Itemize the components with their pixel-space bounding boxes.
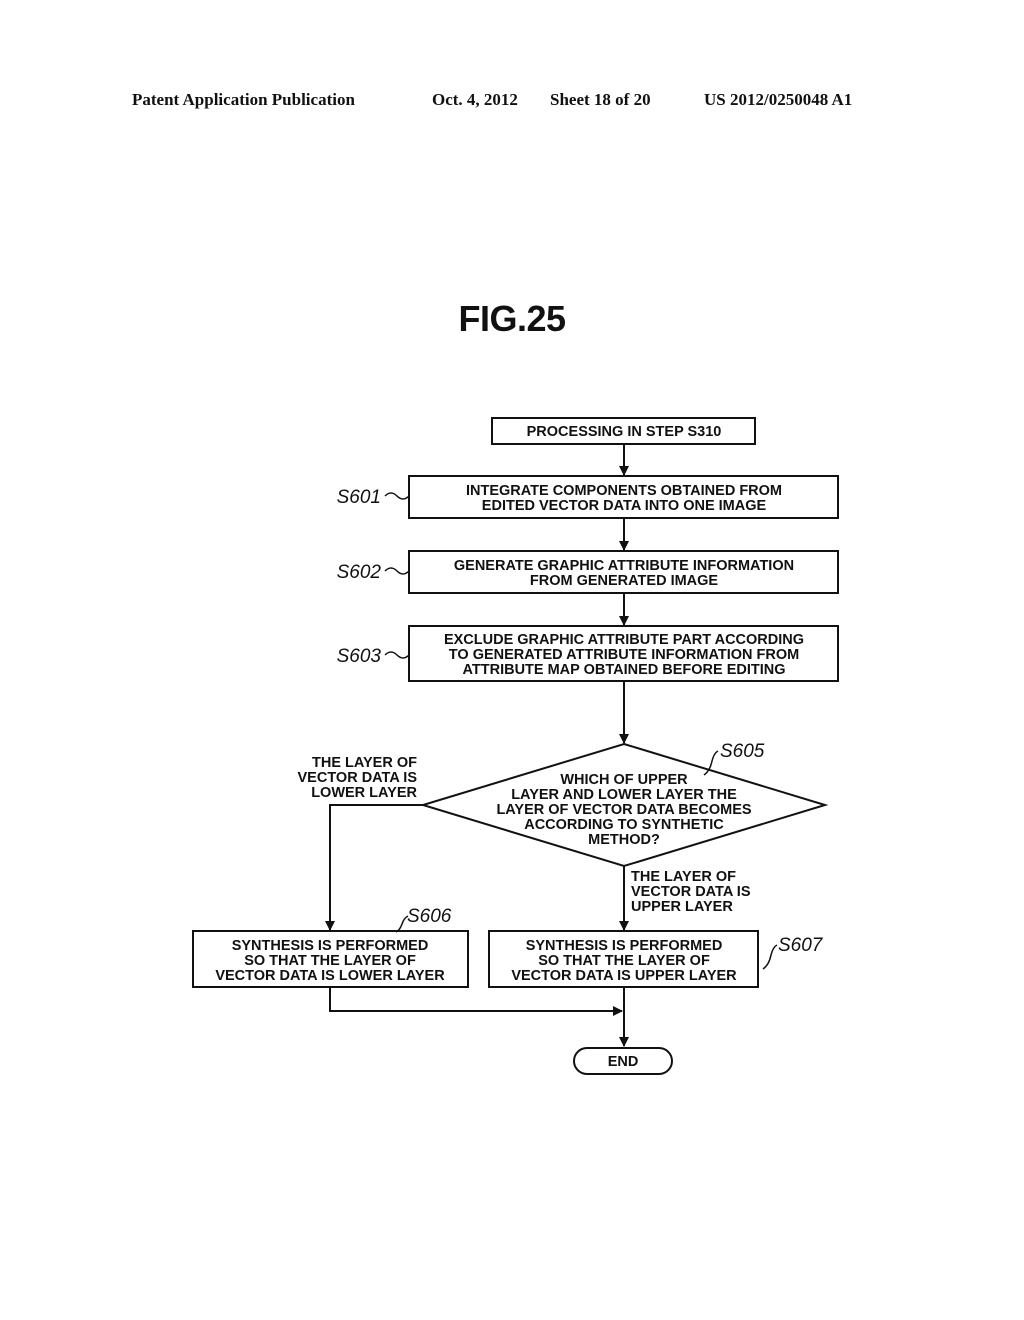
step-text-s601-line1: INTEGRATE COMPONENTS OBTAINED FROM xyxy=(466,483,782,499)
step-text-s606-line2: SO THAT THE LAYER OF xyxy=(244,953,416,969)
decision-text-line5: METHOD? xyxy=(588,832,660,848)
step-text-s607-line3: VECTOR DATA IS UPPER LAYER xyxy=(511,968,737,984)
flowchart: PROCESSING IN STEP S310 INTEGRATE COMPON… xyxy=(192,417,839,1075)
step-text-s601-line2: EDITED VECTOR DATA INTO ONE IMAGE xyxy=(482,498,767,514)
step-text-s607-line1: SYNTHESIS IS PERFORMED xyxy=(526,938,723,954)
branch-down-line1: THE LAYER OF xyxy=(631,869,736,885)
leader-s601 xyxy=(384,492,410,500)
leader-s603 xyxy=(384,651,410,659)
step-text-s603-line1: EXCLUDE GRAPHIC ATTRIBUTE PART ACCORDING xyxy=(444,632,804,648)
branch-left-line3: LOWER LAYER xyxy=(311,785,417,801)
step-text-s603-line3: ATTRIBUTE MAP OBTAINED BEFORE EDITING xyxy=(462,662,785,678)
step-text-s606-line3: VECTOR DATA IS LOWER LAYER xyxy=(215,968,445,984)
step-text-s606-line1: SYNTHESIS IS PERFORMED xyxy=(232,938,429,954)
decision-text-line2: LAYER AND LOWER LAYER THE xyxy=(511,787,737,803)
leader-s607 xyxy=(762,944,778,970)
branch-down-line2: VECTOR DATA IS xyxy=(631,884,751,900)
decision-text-line1: WHICH OF UPPER xyxy=(560,772,688,788)
step-label-s601: S601 xyxy=(337,487,381,508)
end-text: END xyxy=(608,1054,639,1070)
step-label-s606: S606 xyxy=(407,906,452,927)
step-text-s602-line2: FROM GENERATED IMAGE xyxy=(530,573,719,589)
step-label-s602: S602 xyxy=(337,562,382,583)
leader-s602 xyxy=(384,567,410,575)
step-text-s607-line2: SO THAT THE LAYER OF xyxy=(538,953,710,969)
step-label-s607: S607 xyxy=(778,935,824,956)
step-text-s603-line2: TO GENERATED ATTRIBUTE INFORMATION FROM xyxy=(449,647,799,663)
branch-left-line1: THE LAYER OF xyxy=(312,755,417,771)
step-text-s602-line1: GENERATE GRAPHIC ATTRIBUTE INFORMATION xyxy=(454,558,794,574)
start-text: PROCESSING IN STEP S310 xyxy=(527,424,722,440)
decision-text-line3: LAYER OF VECTOR DATA BECOMES xyxy=(496,802,751,818)
branch-down-line3: UPPER LAYER xyxy=(631,899,733,915)
arrow-s606-merge xyxy=(329,987,623,1016)
step-label-s603: S603 xyxy=(337,646,382,667)
decision-text-line4: ACCORDING TO SYNTHETIC xyxy=(524,817,724,833)
branch-left-line2: VECTOR DATA IS xyxy=(298,770,418,786)
decision-label-s605: S605 xyxy=(720,741,765,762)
